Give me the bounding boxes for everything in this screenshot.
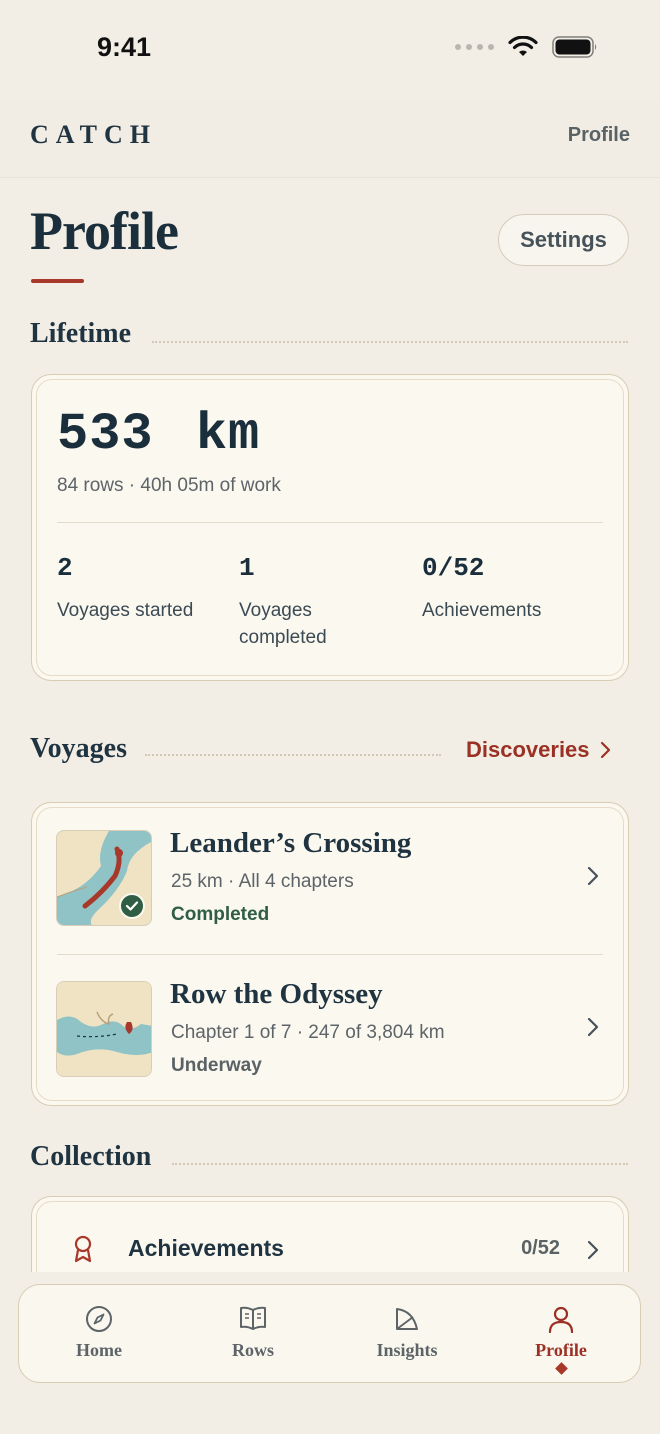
voyage-status: Underway bbox=[171, 1055, 262, 1076]
voyage-title: Row the Odyssey bbox=[170, 978, 383, 1010]
stat-value: 2 bbox=[57, 553, 73, 583]
stat-voyages-completed: 1 Voyages completed bbox=[239, 553, 359, 651]
status-icons bbox=[455, 36, 598, 58]
distance-unit: km bbox=[195, 405, 261, 464]
divider bbox=[145, 754, 441, 756]
distance-number: 533 bbox=[57, 405, 154, 464]
book-icon bbox=[240, 1306, 266, 1330]
tab-profile[interactable]: Profile bbox=[486, 1285, 636, 1384]
voyage-title: Leander’s Crossing bbox=[170, 827, 412, 859]
lifetime-summary: 84 rows · 40h 05m of work bbox=[57, 475, 281, 496]
lifetime-card: 533 km 84 rows · 40h 05m of work 2 Voyag… bbox=[31, 374, 629, 681]
tab-home[interactable]: Home bbox=[24, 1285, 174, 1384]
chevron-right-icon bbox=[587, 1017, 599, 1037]
signal-icon bbox=[455, 44, 494, 50]
card-divider bbox=[57, 522, 603, 523]
title-underline bbox=[31, 279, 84, 283]
tab-label: Rows bbox=[231, 1340, 274, 1360]
voyages-heading: Voyages bbox=[30, 733, 127, 765]
divider bbox=[152, 341, 628, 343]
voyage-meta: 25 km · All 4 chapters bbox=[171, 871, 354, 892]
tab-label: Home bbox=[76, 1340, 122, 1360]
tab-bar: Home Rows Insights Profile bbox=[18, 1284, 641, 1383]
stat-voyages-started: 2 Voyages started bbox=[57, 553, 227, 624]
discoveries-link[interactable]: Discoveries bbox=[466, 737, 612, 763]
stat-value: 0/52 bbox=[422, 553, 485, 583]
mediterranean-map-thumbnail bbox=[56, 981, 152, 1077]
app-header: CATCH Profile bbox=[0, 100, 660, 178]
brand-logo: CATCH bbox=[30, 120, 157, 149]
stat-label: Voyages started bbox=[57, 600, 194, 621]
header-page-label: Profile bbox=[567, 124, 630, 146]
wifi-icon bbox=[508, 36, 538, 56]
tab-insights[interactable]: Insights bbox=[332, 1285, 482, 1384]
status-bar: 9:41 bbox=[0, 0, 660, 100]
voyage-row[interactable]: Leander’s Crossing 25 km · All 4 chapter… bbox=[32, 803, 630, 953]
voyage-row[interactable]: Row the Odyssey Chapter 1 of 7 · 247 of … bbox=[32, 954, 630, 1104]
chevron-right-icon bbox=[600, 741, 610, 759]
stat-value: 1 bbox=[239, 553, 255, 583]
battery-icon bbox=[552, 36, 597, 58]
check-badge-icon bbox=[119, 893, 145, 919]
ribbon-award-icon bbox=[74, 1235, 92, 1263]
lifetime-heading: Lifetime bbox=[30, 318, 131, 350]
stat-label: Achievements bbox=[422, 600, 542, 621]
distance-value: 533 km bbox=[57, 405, 260, 464]
chart-icon bbox=[396, 1308, 418, 1330]
page-title: Profile bbox=[30, 201, 179, 261]
divider bbox=[172, 1163, 628, 1165]
tab-rows[interactable]: Rows bbox=[178, 1285, 328, 1384]
stat-achievements: 0/52 Achievements bbox=[422, 553, 602, 624]
active-tab-indicator bbox=[555, 1362, 568, 1375]
section-title: Voyages bbox=[30, 733, 127, 764]
collection-heading: Collection bbox=[30, 1141, 151, 1173]
person-icon bbox=[548, 1306, 574, 1333]
strait-map-thumbnail bbox=[56, 830, 152, 926]
tab-label: Insights bbox=[376, 1340, 438, 1360]
compass-icon bbox=[86, 1306, 112, 1332]
collection-item-title: Achievements bbox=[128, 1235, 284, 1261]
voyage-status: Completed bbox=[171, 904, 270, 925]
voyage-meta: Chapter 1 of 7 · 247 of 3,804 km bbox=[171, 1022, 445, 1043]
stat-label: Voyages completed bbox=[239, 600, 327, 648]
chevron-right-icon bbox=[587, 1240, 599, 1260]
chevron-right-icon bbox=[587, 866, 599, 886]
voyages-card: Leander’s Crossing 25 km · All 4 chapter… bbox=[31, 802, 629, 1106]
settings-button[interactable]: Settings bbox=[498, 214, 629, 266]
section-title: Lifetime bbox=[30, 318, 132, 349]
section-title: Collection bbox=[30, 1141, 152, 1172]
collection-item-count: 0/52 bbox=[521, 1237, 560, 1259]
discoveries-label: Discoveries bbox=[466, 737, 590, 762]
status-time: 9:41 bbox=[97, 32, 152, 62]
tab-label: Profile bbox=[535, 1340, 587, 1360]
